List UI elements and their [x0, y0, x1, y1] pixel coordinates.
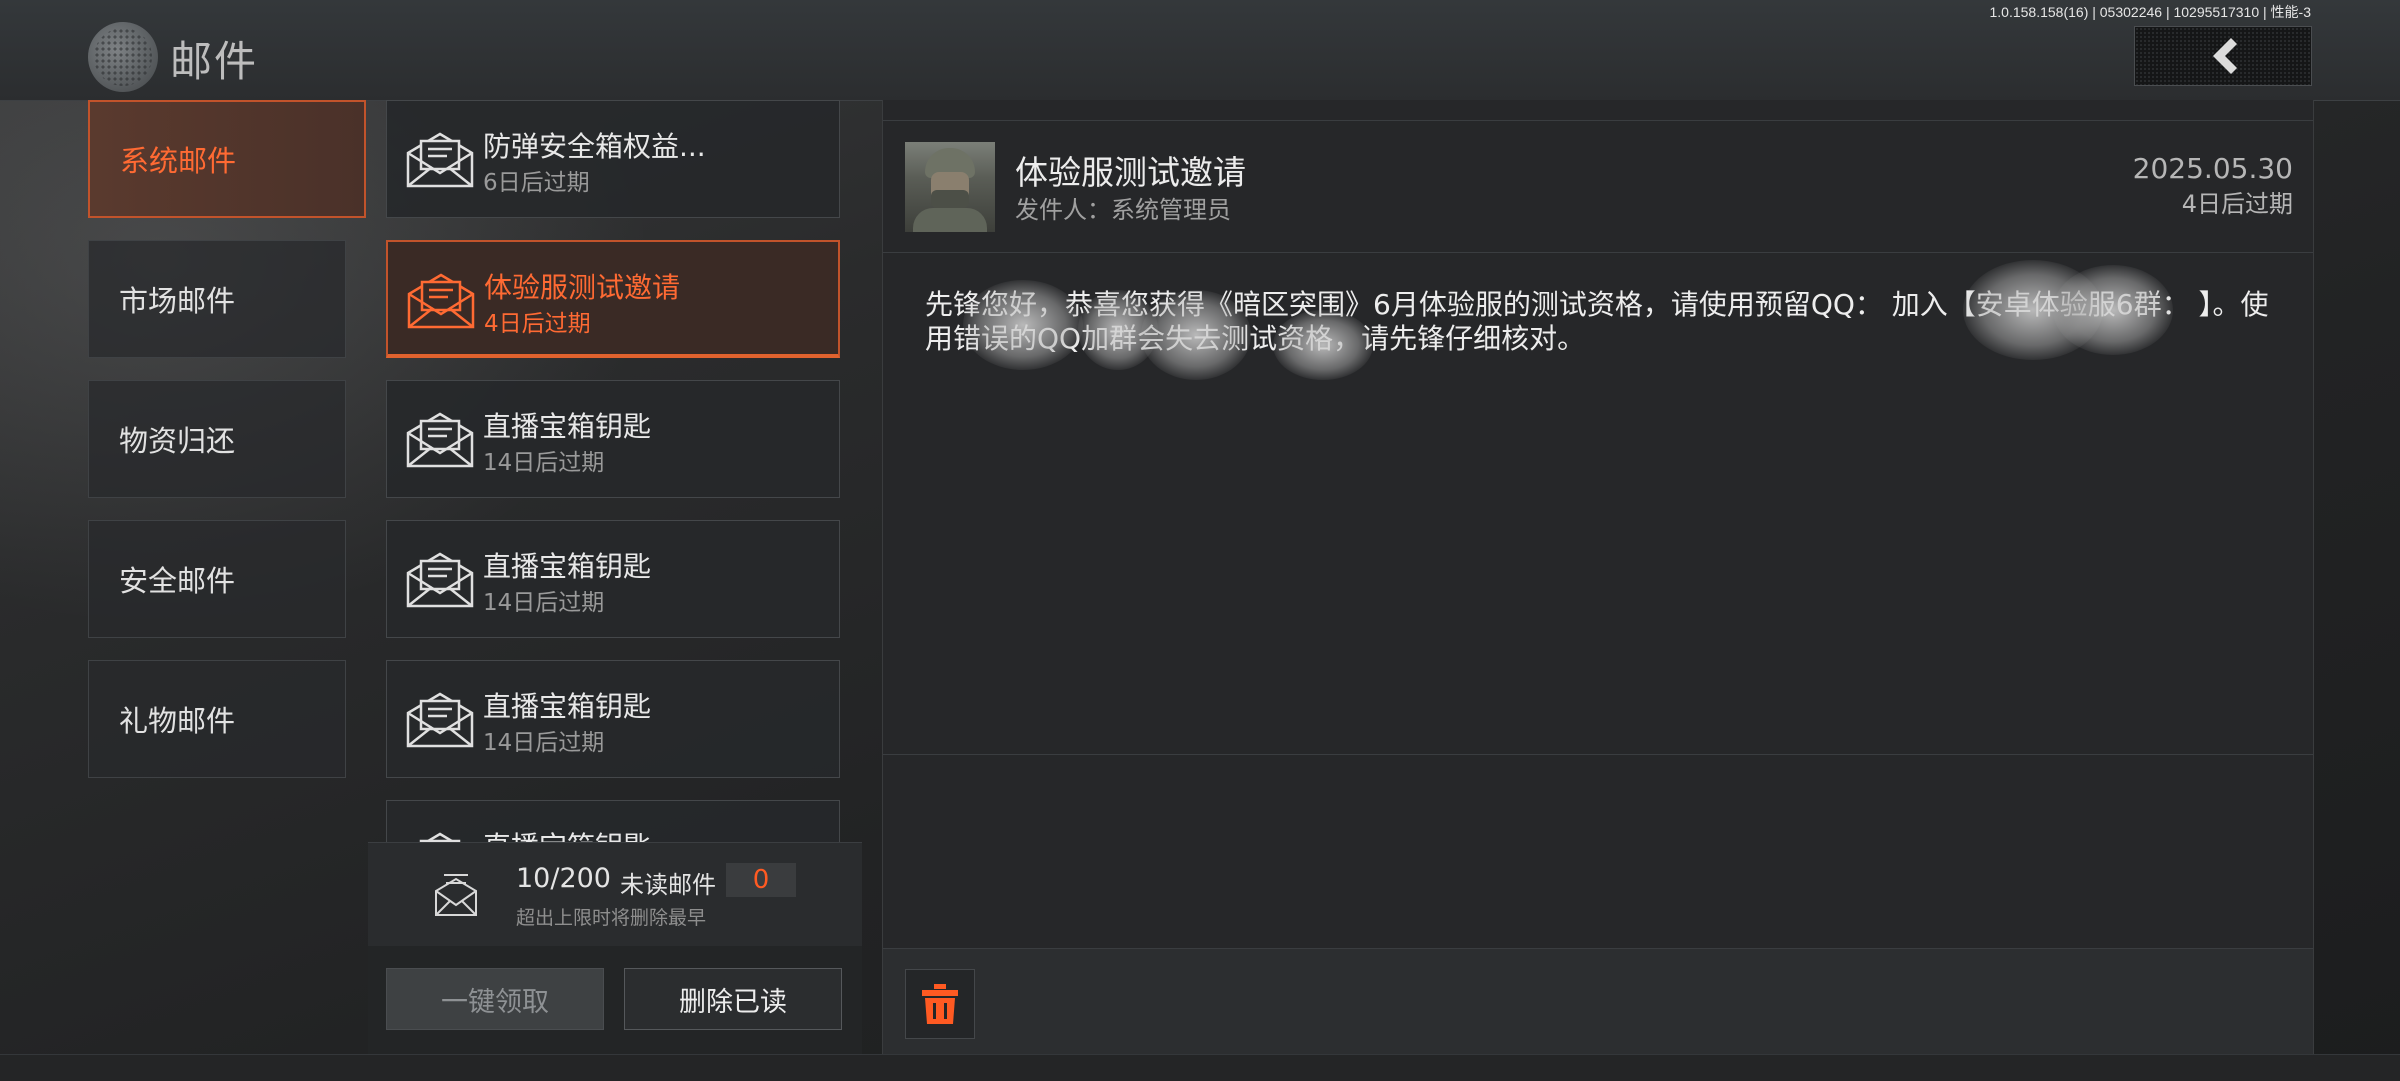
category-gift-mail[interactable]: 礼物邮件	[88, 660, 346, 778]
sender-avatar	[905, 142, 995, 232]
envelope-open-icon	[406, 692, 474, 748]
mail-detail-footer	[883, 948, 2313, 1055]
mail-subject: 防弹安全箱权益...	[483, 130, 706, 163]
mail-count: 10/200	[516, 863, 611, 894]
decorative-strip	[883, 100, 2313, 121]
mail-stack-icon	[435, 874, 477, 916]
mail-detail-panel: 体验服测试邀请 发件人：系统管理员 2025.05.30 4日后过期 先锋您好，…	[882, 100, 2314, 1055]
category-market-mail[interactable]: 市场邮件	[88, 240, 346, 358]
unread-label: 未读邮件	[620, 871, 716, 899]
envelope-open-icon	[406, 552, 474, 608]
envelope-open-icon	[407, 273, 475, 329]
mail-expiry: 14日后过期	[483, 450, 605, 476]
mail-subject: 体验服测试邀请	[484, 271, 681, 304]
mail-subject: 直播宝箱钥匙	[483, 410, 652, 443]
category-label: 礼物邮件	[119, 704, 236, 738]
mail-expiry: 14日后过期	[483, 730, 605, 756]
mail-item[interactable]: 直播宝箱钥匙	[386, 800, 840, 844]
mail-item-selected[interactable]: 体验服测试邀请 4日后过期	[386, 240, 840, 358]
mail-detail-date: 2025.05.30	[2132, 152, 2293, 185]
mail-item[interactable]: 直播宝箱钥匙 14日后过期	[386, 660, 840, 778]
category-label: 系统邮件	[120, 144, 237, 178]
unread-count-badge: 0	[726, 863, 796, 897]
mailbox-limit-note: 超出上限时将删除最早	[516, 907, 707, 929]
mail-detail-sender: 发件人：系统管理员	[1015, 196, 1231, 224]
mail-item[interactable]: 防弹安全箱权益... 6日后过期	[386, 100, 840, 218]
mail-expiry: 14日后过期	[483, 590, 605, 616]
category-supply-return[interactable]: 物资归还	[88, 380, 346, 498]
mail-expiry: 6日后过期	[483, 170, 590, 196]
category-label: 安全邮件	[119, 564, 236, 598]
mail-detail-header: 体验服测试邀请 发件人：系统管理员 2025.05.30 4日后过期	[883, 120, 2313, 253]
category-security-mail[interactable]: 安全邮件	[88, 520, 346, 638]
version-text: 1.0.158.158(16) | 05302246 | 10295517310…	[1989, 4, 2312, 20]
mail-list[interactable]: 防弹安全箱权益... 6日后过期 体验服测试邀请 4日后过期 直播宝箱钥匙 14…	[368, 100, 862, 844]
envelope-open-icon	[406, 412, 474, 468]
mail-expiry: 4日后过期	[484, 311, 591, 337]
redaction-smudge	[963, 280, 1083, 370]
mail-detail-title: 体验服测试邀请	[1015, 153, 1246, 192]
bottom-band	[0, 1054, 2400, 1081]
divider	[883, 754, 2313, 755]
redaction-smudge	[2053, 265, 2173, 355]
delete-mail-button[interactable]	[905, 969, 975, 1039]
redaction-smudge	[1273, 310, 1373, 380]
mail-item[interactable]: 直播宝箱钥匙 14日后过期	[386, 380, 840, 498]
envelope-open-icon	[406, 132, 474, 188]
top-bar: 1.0.158.158(16) | 05302246 | 10295517310…	[0, 0, 2400, 101]
trash-icon	[922, 984, 958, 1024]
category-system-mail[interactable]: 系统邮件	[88, 100, 366, 218]
category-label: 物资归还	[119, 424, 236, 458]
redaction-smudge	[1141, 290, 1251, 380]
list-actions: 一键领取 删除已读	[368, 946, 862, 1054]
claim-all-button[interactable]: 一键领取	[386, 968, 604, 1030]
back-button[interactable]	[2134, 26, 2312, 86]
mail-subject: 直播宝箱钥匙	[483, 550, 652, 583]
mail-subject: 直播宝箱钥匙	[483, 690, 652, 723]
chevron-left-icon	[2213, 38, 2237, 74]
globe-icon	[88, 22, 158, 92]
delete-read-button[interactable]: 删除已读	[624, 968, 842, 1030]
page-title: 邮件	[170, 37, 259, 86]
mailbox-summary: 10/200 未读邮件 0 超出上限时将删除最早	[368, 842, 862, 947]
category-label: 市场邮件	[119, 284, 236, 318]
mail-item[interactable]: 直播宝箱钥匙 14日后过期	[386, 520, 840, 638]
mail-detail-expiry: 4日后过期	[2181, 190, 2293, 218]
